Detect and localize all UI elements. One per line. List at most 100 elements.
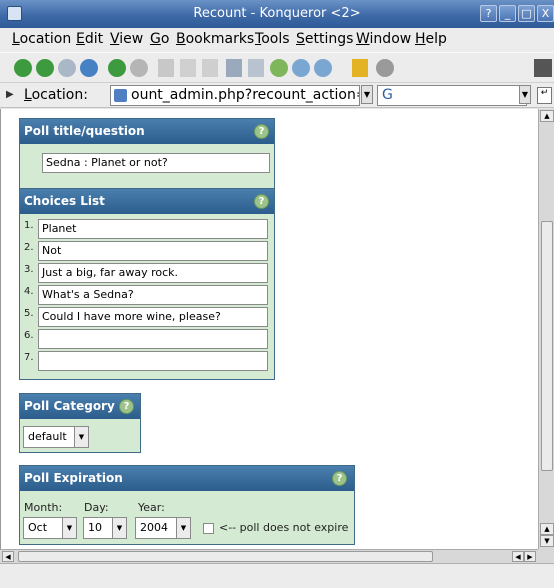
window-title: Recount - Konqueror <2>: [193, 6, 361, 21]
close-button[interactable]: X: [537, 5, 554, 22]
window-titlebar[interactable]: Recount - Konqueror <2> ? _ □ X: [0, 0, 554, 28]
help-icon[interactable]: ?: [119, 399, 134, 414]
page-favicon-icon: [114, 89, 127, 102]
copy-icon[interactable]: [180, 59, 196, 77]
year-select[interactable]: 2004 ▼: [135, 517, 191, 539]
scroll-left-icon[interactable]: ◀: [512, 551, 524, 562]
scroll-down-icon[interactable]: ▼: [540, 535, 554, 547]
choice-input[interactable]: [38, 351, 268, 371]
print-icon[interactable]: [226, 59, 242, 77]
url-text: ount_admin.php?recount_action=add: [131, 87, 359, 103]
location-bar: ▶ Location: ount_admin.php?recount_actio…: [0, 82, 554, 108]
day-label: Day:: [84, 501, 109, 514]
throbber-icon[interactable]: [534, 59, 552, 77]
reload-icon[interactable]: [108, 59, 126, 77]
choice-number: 5.: [24, 308, 34, 319]
scroll-up-icon[interactable]: ▲: [540, 523, 554, 535]
vertical-scroll-thumb[interactable]: [541, 221, 553, 471]
menu-tools[interactable]: Tools: [255, 31, 290, 47]
choice-input[interactable]: Could I have more wine, please?: [38, 307, 268, 327]
horizontal-scroll-thumb[interactable]: [18, 551, 433, 562]
poll-expiration-panel: Poll Expiration ? Month: Day: Year: Oct …: [19, 465, 355, 545]
location-label: Location:: [24, 87, 88, 103]
menu-window[interactable]: Window: [356, 31, 411, 47]
day-selected-value: 10: [88, 521, 102, 534]
horizontal-scrollbar[interactable]: ◀ ◀ ▶: [0, 549, 538, 563]
menu-location-label: ocation: [19, 31, 72, 47]
poll-title-panel: Poll title/question ? Sedna : Planet or …: [19, 118, 275, 190]
url-history-dropdown[interactable]: ▼: [361, 85, 373, 104]
category-select[interactable]: default ▼: [23, 426, 89, 448]
back-icon[interactable]: [36, 59, 54, 77]
lock-icon[interactable]: [352, 59, 368, 77]
menu-bar: Location Edit View Go Bookmarks Tools Se…: [0, 28, 554, 52]
month-label: Month:: [24, 501, 63, 514]
chevron-down-icon: ▼: [62, 518, 76, 538]
poll-title-input[interactable]: Sedna : Planet or not?: [42, 153, 270, 173]
menu-help[interactable]: Help: [415, 31, 447, 47]
menu-view[interactable]: View: [110, 31, 143, 47]
cut-icon[interactable]: [158, 59, 174, 77]
choices-list-header: Choices List ?: [20, 189, 274, 214]
page-content: Poll title/question ? Sedna : Planet or …: [0, 109, 538, 549]
menu-settings[interactable]: Settings: [296, 31, 353, 47]
chevron-down-icon: ▼: [74, 427, 88, 447]
choice-input[interactable]: Just a big, far away rock.: [38, 263, 268, 283]
clear-location-icon[interactable]: ▶: [6, 89, 14, 100]
help-window-button[interactable]: ?: [480, 5, 497, 22]
poll-title-header: Poll title/question ?: [20, 119, 274, 144]
maximize-button[interactable]: □: [518, 5, 535, 22]
status-bar: [0, 563, 554, 588]
poll-category-header: Poll Category ?: [20, 394, 140, 419]
help-icon[interactable]: ?: [254, 194, 269, 209]
category-selected-value: default: [28, 430, 67, 443]
menu-edit[interactable]: Edit: [76, 31, 103, 47]
help-icon[interactable]: ?: [254, 124, 269, 139]
home-icon[interactable]: [80, 59, 98, 77]
main-toolbar: [0, 52, 554, 82]
day-select[interactable]: 10 ▼: [83, 517, 127, 539]
scroll-corner: [538, 549, 554, 563]
chevron-down-icon: ▼: [112, 518, 126, 538]
forward-icon[interactable]: [58, 59, 76, 77]
choice-number: 2.: [24, 242, 34, 253]
menu-location[interactable]: Location: [12, 31, 71, 47]
choice-number: 1.: [24, 220, 34, 231]
choice-input[interactable]: Planet: [38, 219, 268, 239]
month-selected-value: Oct: [28, 521, 48, 534]
paste-icon[interactable]: [202, 59, 218, 77]
scroll-left-icon[interactable]: ◀: [2, 551, 14, 562]
choices-list-panel: Choices List ? 1. Planet 2. Not 3. Just …: [19, 188, 275, 380]
zoom-in-icon[interactable]: [292, 59, 310, 77]
search-engine-input[interactable]: G: [377, 85, 527, 106]
choice-number: 3.: [24, 264, 34, 275]
security-icon[interactable]: [376, 59, 394, 77]
search-engine-icon: G: [382, 87, 393, 103]
search-engine-dropdown[interactable]: ▼: [519, 85, 531, 104]
choice-input[interactable]: [38, 329, 268, 349]
url-input[interactable]: ount_admin.php?recount_action=add: [110, 85, 360, 106]
scroll-up-icon[interactable]: ▲: [540, 110, 554, 122]
minimize-button[interactable]: _: [499, 5, 516, 22]
help-icon[interactable]: ?: [332, 471, 347, 486]
print-frame-icon[interactable]: [248, 59, 264, 77]
no-expire-checkbox[interactable]: [203, 523, 214, 534]
go-icon[interactable]: ↵: [537, 87, 552, 104]
choice-input[interactable]: What's a Sedna?: [38, 285, 268, 305]
poll-category-panel: Poll Category ? default ▼: [19, 393, 141, 453]
up-icon[interactable]: [14, 59, 32, 77]
menu-go[interactable]: Go: [150, 31, 169, 47]
choice-number: 4.: [24, 286, 34, 297]
choice-number: 7.: [24, 352, 34, 363]
choice-input[interactable]: Not: [38, 241, 268, 261]
poll-expiration-header: Poll Expiration ?: [20, 466, 354, 491]
choice-number: 6.: [24, 330, 34, 341]
zoom-out-icon[interactable]: [314, 59, 332, 77]
month-select[interactable]: Oct ▼: [23, 517, 77, 539]
year-selected-value: 2004: [140, 521, 168, 534]
zoom-icon[interactable]: [270, 59, 288, 77]
menu-bookmarks[interactable]: Bookmarks: [176, 31, 254, 47]
scroll-right-icon[interactable]: ▶: [524, 551, 536, 562]
vertical-scrollbar[interactable]: ▲ ▲ ▼: [538, 109, 554, 549]
stop-icon[interactable]: [130, 59, 148, 77]
